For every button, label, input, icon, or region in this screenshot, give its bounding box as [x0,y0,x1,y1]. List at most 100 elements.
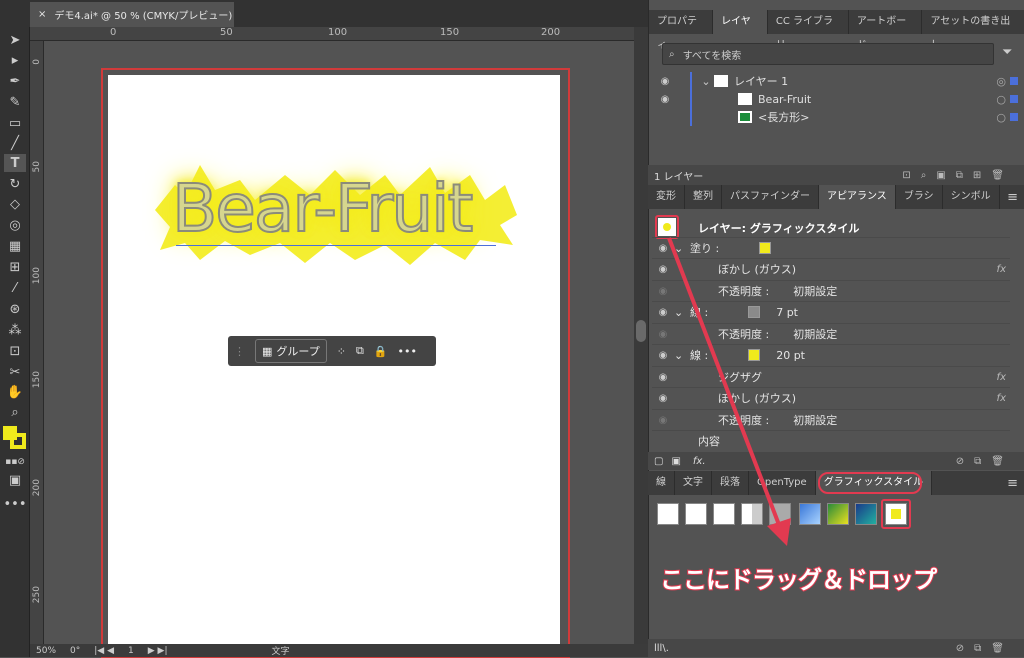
ruler-tick: 50 [32,161,42,173]
fx-icon[interactable]: fx [997,393,1006,404]
scrollbar-thumb[interactable] [636,320,646,342]
recolor-icon[interactable]: ⁘ [337,345,346,358]
selection-indicator[interactable] [1010,113,1018,121]
target-icon[interactable]: ○ [996,111,1006,124]
ruler-tick: 0 [32,59,42,65]
drag-handle-icon[interactable]: ⋮ [234,345,245,358]
group-icon: ▦ [262,344,273,358]
ruler-tick: 0 [110,27,117,38]
status-bar: 50% 0° |◀ ◀ 1 ▶ ▶| 文字 [30,644,648,657]
style-library-icon[interactable]: lll\. [654,643,669,654]
vertical-ruler: 0 50 100 150 200 250 [30,41,44,644]
symbol-sprayer-tool-icon[interactable]: ⁂ [4,321,26,339]
selection-tool-icon[interactable]: ➤ [4,31,26,49]
row-value: 初期設定 [793,328,838,342]
paintbrush-tool-icon[interactable]: ╱ [4,134,26,152]
artboard-next-icon[interactable]: ▶ ▶| [148,646,168,656]
layer-row[interactable]: <長方形> ○ [654,108,1020,126]
panel-menu-icon[interactable]: ≡ [1007,190,1018,205]
visibility-eye-icon[interactable]: ◉ [654,76,676,87]
target-icon[interactable]: ◎ [996,75,1006,88]
tab-symbols[interactable]: シンボル [943,185,1000,209]
search-icon: ⌕ [669,48,675,60]
group-button[interactable]: ▦ グループ [255,339,327,363]
rectangle-tool-icon[interactable]: ▭ [4,114,26,132]
target-icon[interactable]: ○ [996,93,1006,106]
layer-row[interactable]: ◉ ⌄ レイヤー 1 ◎ [654,72,1020,90]
eyedropper-tool-icon[interactable]: ⁄ [4,279,26,297]
selection-indicator[interactable] [1010,77,1018,85]
hand-tool-icon[interactable]: ✋ [4,383,26,401]
layers-footer-icons[interactable]: ⊡⌕▣⧉⊞🗑 [902,170,1014,181]
fx-icon[interactable]: fx [997,264,1006,275]
color-mode-icons[interactable]: ▪▪⊘ [4,453,26,471]
layer-label[interactable]: レイヤー 1 [734,73,788,89]
graphic-style-green-yellow[interactable] [827,503,849,525]
stroke-swatch[interactable] [10,433,26,449]
tab-brushes[interactable]: ブラシ [896,185,943,209]
zoom-tool-icon[interactable]: ⌕ [4,403,26,421]
slice-tool-icon[interactable]: ✂ [4,363,26,381]
document-tab[interactable]: × デモ4.ai* @ 50 % (CMYK/プレビュー) [30,2,234,27]
appearance-footer-right-icons[interactable]: ⊘⧉🗑 [956,456,1014,467]
type-tool-icon[interactable]: T [4,154,26,172]
tab-appearance[interactable]: アピアランス [819,185,896,209]
search-placeholder: すべてを検索 [682,50,742,62]
filter-icon[interactable]: ⏷ [1002,45,1012,60]
fill-stroke-swatches[interactable] [2,425,26,449]
text-baseline [176,245,496,246]
rotate-tool-icon[interactable]: ↻ [4,175,26,193]
tab-artboards[interactable]: アートボード [849,10,923,51]
eraser-tool-icon[interactable]: ◇ [4,195,26,213]
more-options-icon[interactable]: ••• [398,345,417,358]
tab-properties[interactable]: プロパティ [649,10,714,51]
ruler-tick: 150 [440,27,460,38]
artboard-nav-icon[interactable]: |◀ ◀ [94,646,114,656]
panel-menu-icon[interactable]: ≡ [1007,476,1018,491]
direct-selection-tool-icon[interactable]: ▸ [4,51,26,69]
blend-tool-icon[interactable]: ⊛ [4,300,26,318]
close-tab-icon[interactable]: × [38,9,46,20]
layer-label[interactable]: Bear-Fruit [758,93,811,106]
tab-layers[interactable]: レイヤー [713,10,768,51]
lock-icon[interactable]: 🔒 [374,345,388,358]
tab-transform[interactable]: 変形 [648,185,685,209]
graphic-style-teal[interactable] [855,503,877,525]
layer-count: 1 レイヤー [654,171,704,183]
gradient-tool-icon[interactable]: ▦ [4,237,26,255]
artboard-number[interactable]: 1 [128,646,134,656]
fx-icon[interactable]: fx [997,372,1006,383]
edit-toolbar-icon[interactable]: ••• [4,495,27,513]
zoom-level[interactable]: 50% [36,646,56,656]
screen-mode-icon[interactable]: ▣ [4,471,26,489]
styles-footer-icons[interactable]: ⊘⧉🗑 [956,643,1014,654]
rotation-value[interactable]: 0° [70,646,80,656]
selection-indicator[interactable] [1010,95,1018,103]
curvature-tool-icon[interactable]: ✎ [4,93,26,111]
mesh-tool-icon[interactable]: ⊞ [4,258,26,276]
artboard-tool-icon[interactable]: ⊡ [4,342,26,360]
arrange-icon[interactable]: ⧉ [356,344,364,358]
visibility-eye-icon[interactable]: ◉ [654,94,676,105]
ruler-tick: 200 [541,27,561,38]
pen-tool-icon[interactable]: ✒ [4,72,26,90]
row-value: 初期設定 [793,285,838,299]
ruler-tick: 200 [32,479,42,497]
layer-label[interactable]: <長方形> [758,109,809,125]
contextual-task-bar: ⋮ ▦ グループ ⁘ ⧉ 🔒 ••• [228,336,436,366]
layers-search[interactable]: ⌕ すべてを検索 [662,43,994,65]
bear-fruit-text[interactable]: Bear-Fruit [171,169,474,248]
layers-footer: 1 レイヤー ⊡⌕▣⧉⊞🗑 [648,165,1024,185]
ruler-tick: 100 [328,27,348,38]
highlight-box [818,472,922,494]
horizontal-ruler: 0 50 100 150 200 [30,27,634,41]
warp-tool-icon[interactable]: ◎ [4,216,26,234]
ruler-tick: 100 [32,267,42,285]
tab-align[interactable]: 整列 [685,185,722,209]
tab-asset-export[interactable]: アセットの書き出し [922,10,1024,51]
tab-cc-libraries[interactable]: CC ライブラリ [768,10,849,51]
layer-row[interactable]: ◉ Bear-Fruit ○ [654,90,1020,108]
graphic-style-blue[interactable] [799,503,821,525]
tab-pathfinder[interactable]: パスファインダー [722,185,819,209]
expand-chevron-icon[interactable]: ⌄ [698,75,714,88]
